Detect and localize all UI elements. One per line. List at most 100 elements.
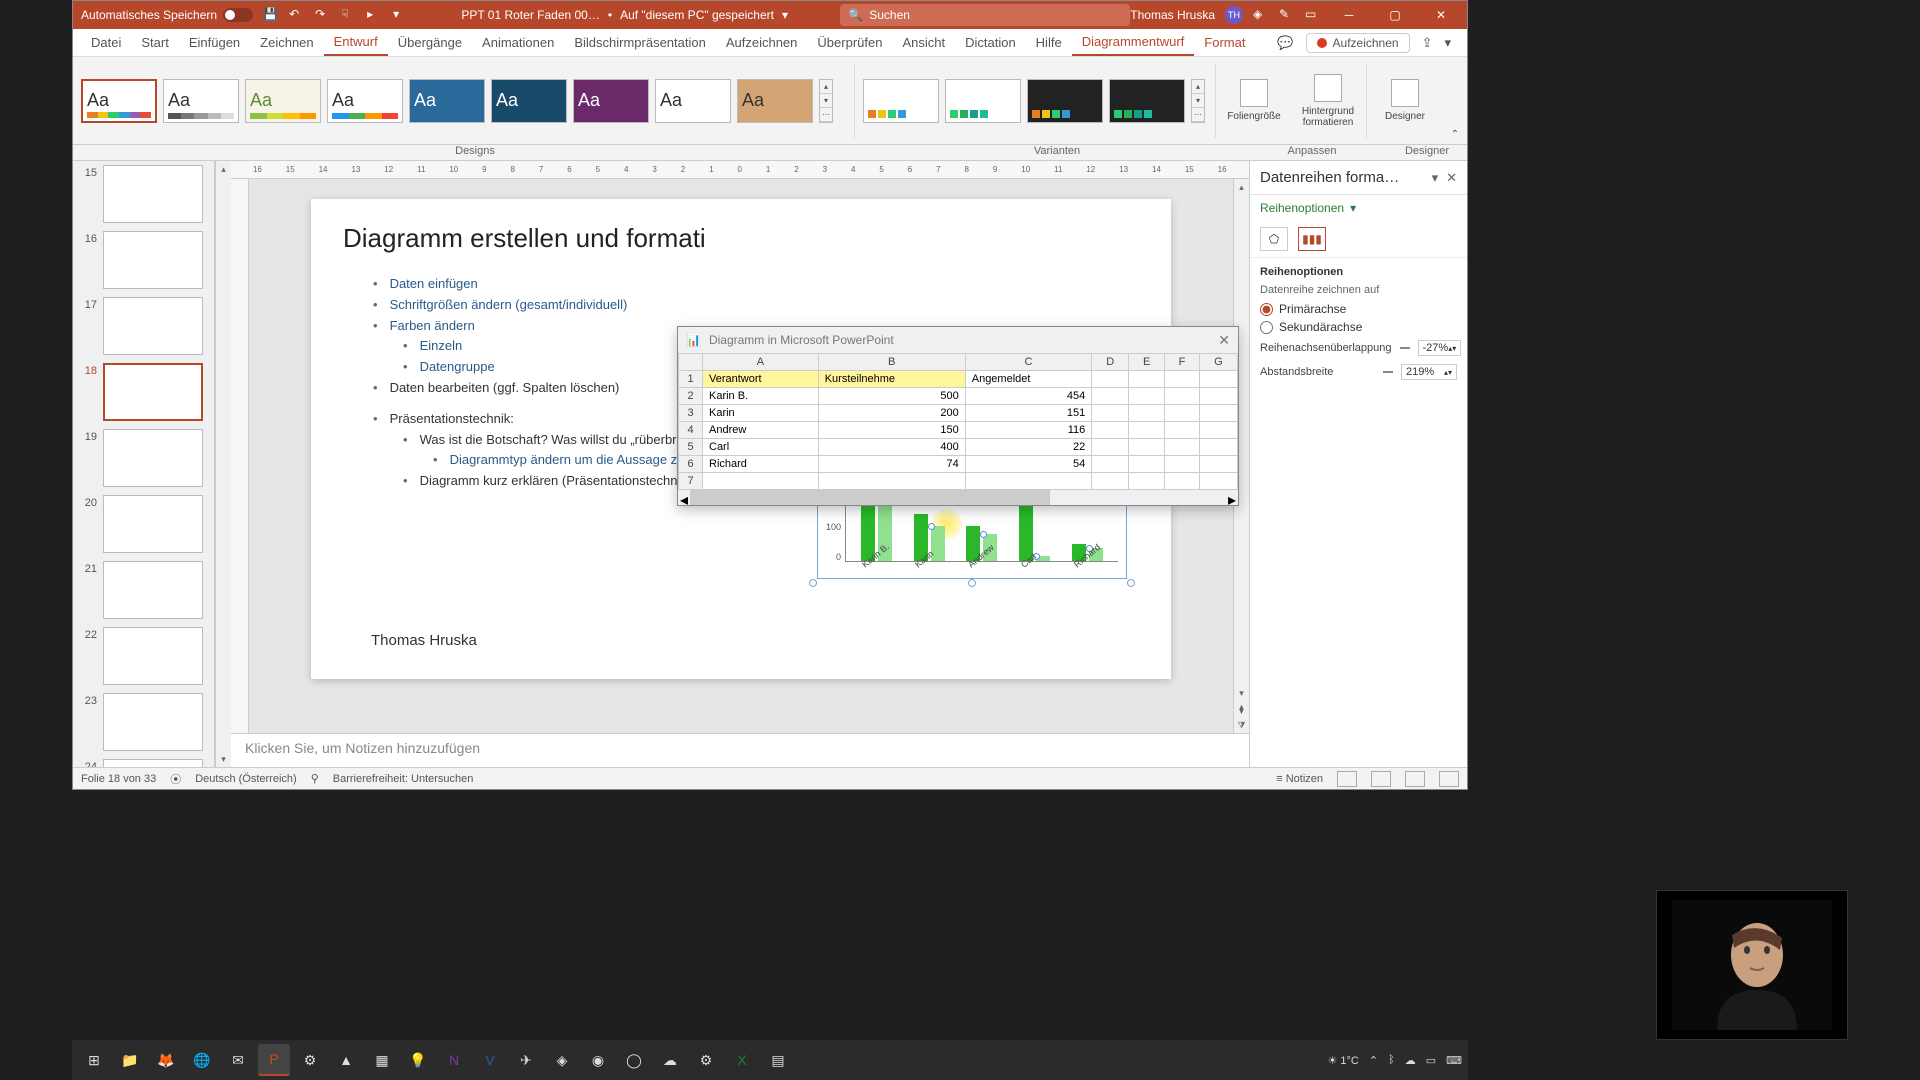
thumbnail-pane[interactable]: 15161718192021222324 [73, 161, 215, 767]
maximize-button[interactable]: ▢ [1377, 1, 1413, 29]
avatar[interactable]: TH [1225, 6, 1243, 24]
theme-swatch[interactable]: Aa [737, 79, 813, 123]
keyboard-icon[interactable]: ⌨ [1446, 1054, 1462, 1067]
theme-swatch[interactable]: Aa [163, 79, 239, 123]
thumbnail-17[interactable]: 17 [79, 297, 208, 355]
visio-icon[interactable]: V [474, 1044, 506, 1076]
datasheet-close-icon[interactable]: ✕ [1218, 332, 1230, 349]
datasheet-scrollbar[interactable]: ◂ ▸ [678, 489, 1238, 505]
tab-hilfe[interactable]: Hilfe [1026, 29, 1072, 56]
tab-einfuegen[interactable]: Einfügen [179, 29, 250, 56]
theme-swatch[interactable]: Aa [81, 79, 157, 123]
variant-swatch[interactable] [945, 79, 1021, 123]
theme-swatch[interactable]: Aa [245, 79, 321, 123]
tab-datei[interactable]: Datei [81, 29, 131, 56]
redo-icon[interactable]: ↷ [315, 7, 331, 23]
share-icon[interactable]: ⇪ [1422, 35, 1433, 51]
vlc-icon[interactable]: ▲ [330, 1044, 362, 1076]
onedrive-icon[interactable]: ☁ [1405, 1054, 1416, 1067]
theme-swatch[interactable]: Aa [655, 79, 731, 123]
minimize-button[interactable]: ─ [1331, 1, 1367, 29]
file-explorer-icon[interactable]: 📁 [114, 1044, 146, 1076]
tab-diagrammentwurf[interactable]: Diagrammentwurf [1072, 29, 1195, 56]
discord-icon[interactable]: ☁ [654, 1044, 686, 1076]
tab-ueberpruefen[interactable]: Überprüfen [807, 29, 892, 56]
notes-pane[interactable]: Klicken Sie, um Notizen hinzuzufügen [231, 733, 1249, 767]
powerpoint-icon[interactable]: P [258, 1044, 290, 1076]
firefox-icon[interactable]: 🦊 [150, 1044, 182, 1076]
datasheet-grid[interactable]: ABCDEFG1VerantwortKursteilnehmeAngemelde… [678, 353, 1238, 489]
language-indicator[interactable]: Deutsch (Österreich) [195, 773, 296, 785]
datasheet-titlebar[interactable]: 📊 Diagramm in Microsoft PowerPoint ✕ [678, 327, 1238, 353]
series-options-tab-icon[interactable]: ▮▮▮ [1298, 227, 1326, 251]
format-background-button[interactable]: Hintergrund formatieren [1298, 74, 1358, 128]
app-icon[interactable]: ▦ [366, 1044, 398, 1076]
thumbnail-15[interactable]: 15 [79, 165, 208, 223]
thumbnail-scrollbar[interactable]: ▴▾ [215, 161, 231, 767]
excel-icon[interactable]: X [726, 1044, 758, 1076]
slide-footer[interactable]: Thomas Hruska [371, 632, 477, 649]
a11y-icon[interactable]: ⚲ [311, 772, 319, 785]
designer-button[interactable]: Designer [1375, 79, 1435, 122]
thumbnail-20[interactable]: 20 [79, 495, 208, 553]
tab-aufzeichnen[interactable]: Aufzeichnen [716, 29, 808, 56]
tab-format[interactable]: Format [1194, 29, 1255, 56]
save-icon[interactable]: 💾 [263, 7, 279, 23]
chevron-down-icon[interactable]: ▾ [782, 8, 788, 22]
spellcheck-icon[interactable]: ⦿ [170, 771, 181, 787]
close-button[interactable]: ✕ [1423, 1, 1459, 29]
gap-slider[interactable] [1383, 367, 1393, 377]
chart-data-sheet[interactable]: 📊 Diagramm in Microsoft PowerPoint ✕ ABC… [677, 326, 1239, 506]
variant-swatch[interactable] [863, 79, 939, 123]
comments-icon[interactable]: 💬 [1277, 35, 1293, 51]
bullet-item[interactable]: Schriftgrößen ändern (gesamt/individuell… [373, 295, 1139, 316]
thumbnail-21[interactable]: 21 [79, 561, 208, 619]
thumbnail-18[interactable]: 18 [79, 363, 208, 421]
diamond-icon[interactable]: ◈ [1253, 7, 1269, 23]
app-icon[interactable]: ◯ [618, 1044, 650, 1076]
toggle-switch-icon[interactable] [223, 8, 253, 22]
reading-view-button[interactable] [1405, 771, 1425, 787]
theme-swatch[interactable]: Aa [409, 79, 485, 123]
weather-widget[interactable]: ☀ 1°C [1327, 1054, 1358, 1067]
pane-dropdown-icon[interactable]: ▾ [1432, 170, 1439, 186]
tab-animationen[interactable]: Animationen [472, 29, 564, 56]
thumbnail-19[interactable]: 19 [79, 429, 208, 487]
chrome-icon[interactable]: 🌐 [186, 1044, 218, 1076]
tab-uebergaenge[interactable]: Übergänge [388, 29, 472, 56]
slide-counter[interactable]: Folie 18 von 33 [81, 773, 156, 785]
overlap-slider[interactable] [1400, 343, 1410, 353]
slideshow-view-button[interactable] [1439, 771, 1459, 787]
primary-axis-radio[interactable]: Primärachse [1260, 300, 1457, 318]
gap-input[interactable]: 219%▴▾ [1401, 364, 1457, 380]
bluetooth-icon[interactable]: ᛒ [1388, 1054, 1395, 1066]
variant-swatch[interactable] [1109, 79, 1185, 123]
start-button[interactable]: ⊞ [78, 1044, 110, 1076]
thumbnail-24[interactable]: 24 [79, 759, 208, 767]
tab-zeichnen[interactable]: Zeichnen [250, 29, 323, 56]
start-slideshow-icon[interactable]: ▸ [367, 7, 383, 23]
autosave-toggle[interactable]: Automatisches Speichern [81, 8, 253, 22]
touch-mode-icon[interactable]: ☟ [341, 7, 357, 23]
secondary-axis-radio[interactable]: Sekundärachse [1260, 318, 1457, 336]
slide-title[interactable]: Diagramm erstellen und formati [343, 223, 1139, 254]
thumbnail-22[interactable]: 22 [79, 627, 208, 685]
design-theme-gallery[interactable]: Aa Aa Aa Aa Aa Aa Aa Aa Aa ▴▾⋯ [73, 57, 854, 144]
tray-chevron-icon[interactable]: ⌃ [1369, 1054, 1378, 1067]
tab-ansicht[interactable]: Ansicht [892, 29, 955, 56]
collapse-ribbon-button[interactable]: ⌃ [1443, 57, 1467, 144]
pen-icon[interactable]: ✎ [1279, 7, 1295, 23]
variant-gallery[interactable]: ▴▾⋯ [855, 57, 1215, 144]
onenote-icon[interactable]: N [438, 1044, 470, 1076]
a11y-status[interactable]: Barrierefreiheit: Untersuchen [333, 773, 474, 785]
notes-toggle[interactable]: ≡ Notizen [1276, 773, 1323, 785]
app-icon[interactable]: ▤ [762, 1044, 794, 1076]
tab-bildschirm[interactable]: Bildschirmpräsentation [564, 29, 716, 56]
thumbnail-16[interactable]: 16 [79, 231, 208, 289]
fill-line-tab-icon[interactable]: ⬠ [1260, 227, 1288, 251]
pane-close-icon[interactable]: ✕ [1446, 170, 1457, 186]
theme-swatch[interactable]: Aa [491, 79, 567, 123]
user-name[interactable]: Thomas Hruska [1130, 8, 1215, 22]
normal-view-button[interactable] [1337, 771, 1357, 787]
chevron-down-icon[interactable]: ▾ [1444, 35, 1451, 51]
